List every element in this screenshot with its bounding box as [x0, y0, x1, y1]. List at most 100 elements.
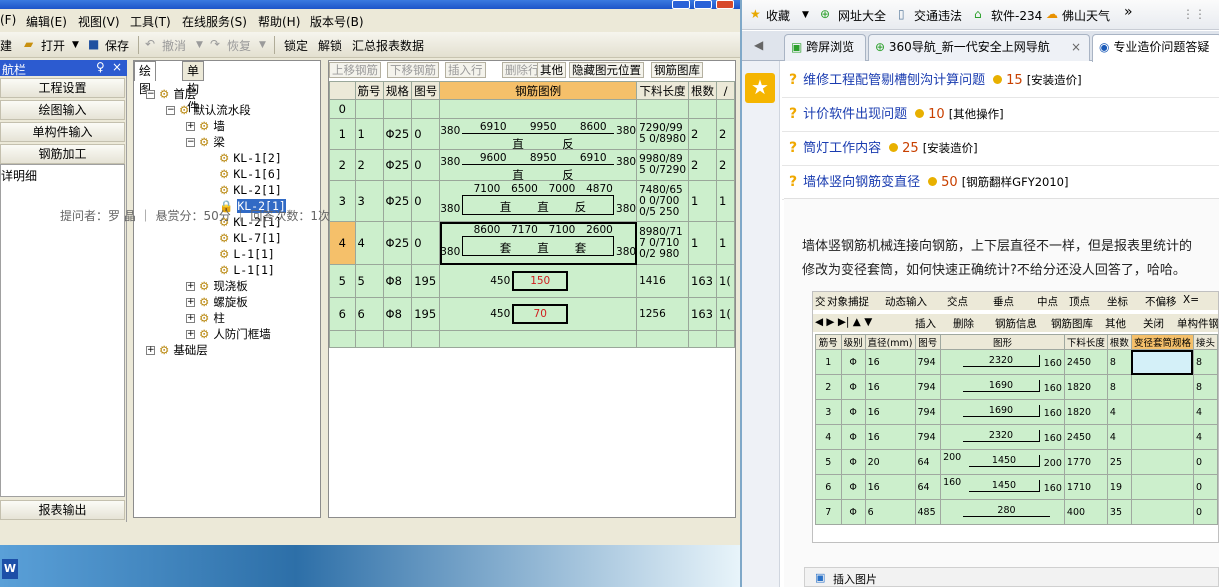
cell-spec[interactable]: Φ25	[382, 149, 413, 181]
cell-bar-no[interactable]: 5	[354, 264, 384, 298]
cell-cut-length[interactable]: 7290/995 0/8980	[636, 118, 690, 150]
empty-cell[interactable]	[382, 330, 413, 348]
cell-extra[interactable]: 2	[716, 118, 735, 150]
row-number[interactable]: 0	[329, 99, 356, 119]
chevron-down-icon[interactable]: ▼	[72, 40, 79, 50]
sidebar-toggle-icon[interactable]: ◀	[754, 38, 763, 52]
row-number[interactable]: 4	[329, 221, 356, 265]
tab-cost-qa[interactable]: ◉ 专业造价问题答疑	[1092, 34, 1219, 62]
column-header[interactable]: 筋号	[354, 81, 384, 100]
menu-online-service[interactable]: 在线服务(S)	[182, 13, 247, 30]
cell-rebar-shape[interactable]: 380 380 6910 9950 8600 直 反	[439, 118, 638, 150]
word-app-icon[interactable]: W	[2, 559, 18, 579]
tree-node[interactable]: ⚙ L-1[1]	[206, 262, 275, 278]
menu-view[interactable]: 视图(V)	[78, 13, 120, 30]
tree-node[interactable]: ⚙ L-1[1]	[206, 246, 275, 262]
cell-rebar-shape[interactable]: 380 380 7100 6500 7000 4870 直 直 反	[439, 180, 638, 222]
save-button[interactable]: 保存	[105, 37, 129, 54]
cell-spec[interactable]: Φ8	[382, 297, 413, 331]
column-header[interactable]: /	[716, 81, 735, 100]
cell-extra[interactable]: 1(	[716, 264, 735, 298]
empty-cell[interactable]	[439, 330, 638, 348]
cell-figure-no[interactable]: 0	[411, 221, 441, 265]
empty-cell[interactable]	[636, 330, 690, 348]
cell-rebar-shape[interactable]: 380 380 9600 8950 6910 直 反	[439, 149, 638, 181]
favorite-star-icon[interactable]: ★	[745, 73, 775, 103]
grid-toolbar-button[interactable]: 其他	[537, 62, 566, 78]
expand-toggle-icon[interactable]: −	[166, 106, 175, 115]
nav-report-output[interactable]: 报表输出	[0, 500, 125, 520]
cell-extra[interactable]	[716, 99, 735, 119]
maximize-button[interactable]	[694, 0, 712, 9]
cell-cut-length[interactable]	[636, 99, 690, 119]
question-item[interactable]: ? 计价软件出现问题 10 [其他操作]	[789, 103, 1004, 122]
tree-node[interactable]: ⚙ KL-7[1]	[206, 230, 282, 246]
cell-bar-no[interactable]: 1	[354, 118, 384, 150]
close-button[interactable]	[716, 0, 734, 9]
tree-node[interactable]: − ⚙ 首层	[146, 86, 196, 102]
empty-cell[interactable]	[716, 330, 735, 348]
more-bookmarks-icon[interactable]: »	[1124, 4, 1133, 20]
nav-single-member-input[interactable]: 单构件输入	[0, 122, 125, 142]
cell-count[interactable]: 163	[688, 297, 718, 331]
cell-spec[interactable]: Φ25	[382, 118, 413, 150]
question-item[interactable]: ? 维修工程配管剔槽刨沟计算问题 15 [安装造价]	[789, 69, 1082, 88]
question-link[interactable]: 维修工程配管剔槽刨沟计算问题	[803, 73, 985, 88]
cell-cut-length[interactable]: 8980/717 0/7100/2 980	[636, 221, 690, 265]
close-tab-icon[interactable]: ×	[1071, 35, 1081, 60]
cell-extra[interactable]: 1	[716, 221, 735, 265]
close-icon[interactable]: ×	[112, 60, 122, 74]
row-number[interactable]: 5	[329, 264, 356, 298]
expand-toggle-icon[interactable]: +	[186, 122, 195, 131]
cell-count[interactable]: 2	[688, 118, 718, 150]
menu-edit[interactable]: 编辑(E)	[26, 13, 67, 30]
minimize-button[interactable]	[672, 0, 690, 9]
cell-bar-no[interactable]: 3	[354, 180, 384, 222]
chevron-down-icon[interactable]: ▼	[802, 10, 809, 20]
table-row[interactable]: 2 2 Φ25 0 380 380 9600 8950 6910 直反 9980/895 0/729…	[329, 149, 735, 181]
cell-bar-no[interactable]	[354, 99, 384, 119]
software-link[interactable]: 软件-234	[991, 7, 1042, 24]
list-item[interactable]: 详明细	[1, 167, 37, 184]
nav-drawing-input[interactable]: 绘图输入	[0, 100, 125, 120]
traffic-link[interactable]: 交通违法	[914, 7, 962, 24]
cell-spec[interactable]: Φ25	[382, 221, 413, 265]
menu-file[interactable]: (F)	[0, 13, 16, 27]
cell-rebar-shape[interactable]: 380 380 8600 7170 7100 2600 套 直 套	[439, 221, 638, 265]
lock-button[interactable]: 锁定	[284, 37, 308, 54]
cell-count[interactable]: 2	[688, 149, 718, 181]
cell-count[interactable]: 163	[688, 264, 718, 298]
cell-figure-no[interactable]: 195	[411, 264, 441, 298]
undo-button[interactable]: 撤消	[162, 37, 186, 54]
tree-node[interactable]: + ⚙ 螺旋板	[186, 294, 248, 310]
pin-icon[interactable]: ♀	[96, 60, 105, 74]
grid-menu-icon[interactable]: ⋮⋮	[1182, 7, 1206, 21]
cell-extra[interactable]: 1	[716, 180, 735, 222]
tab-drawing[interactable]: 绘图	[134, 61, 157, 96]
nav-rebar-processing[interactable]: 钢筋加工	[0, 144, 125, 164]
weather-link[interactable]: 佛山天气	[1062, 7, 1110, 24]
sites-link[interactable]: 网址大全	[838, 7, 886, 24]
cell-bar-no[interactable]: 2	[354, 149, 384, 181]
menu-help[interactable]: 帮助(H)	[258, 13, 300, 30]
expand-toggle-icon[interactable]: −	[186, 138, 195, 147]
table-row[interactable]	[329, 330, 735, 348]
column-header[interactable]: 下料长度	[636, 81, 690, 100]
redo-button[interactable]: 恢复	[227, 37, 251, 54]
table-row[interactable]: 5 5 Φ8 195 450 150 1416 163 1(	[329, 264, 735, 298]
unlock-button[interactable]: 解锁	[318, 37, 342, 54]
column-header[interactable]: 根数	[688, 81, 718, 100]
favorites-button[interactable]: 收藏	[766, 7, 790, 24]
open-button[interactable]: 打开	[41, 37, 65, 54]
tab-360-nav[interactable]: ⊕ 360导航_新一代安全上网导航 ×	[868, 34, 1090, 61]
tree-node[interactable]: − ⚙ 默认流水段	[166, 102, 251, 118]
cell-extra[interactable]: 2	[716, 149, 735, 181]
table-row[interactable]: 4 4 Φ25 0 380 380 8600 7170 7100 2600 套直套 8980/717 …	[329, 221, 735, 265]
menu-tools[interactable]: 工具(T)	[130, 13, 171, 30]
grid-toolbar-button[interactable]: 上移钢筋	[329, 62, 381, 78]
menu-version[interactable]: 版本号(B)	[310, 13, 364, 30]
grid-toolbar-button[interactable]: 插入行	[445, 62, 486, 78]
cell-figure-no[interactable]: 0	[411, 149, 441, 181]
cell-rebar-shape[interactable]: 450 150	[439, 264, 638, 298]
row-number[interactable]: 2	[329, 149, 356, 181]
